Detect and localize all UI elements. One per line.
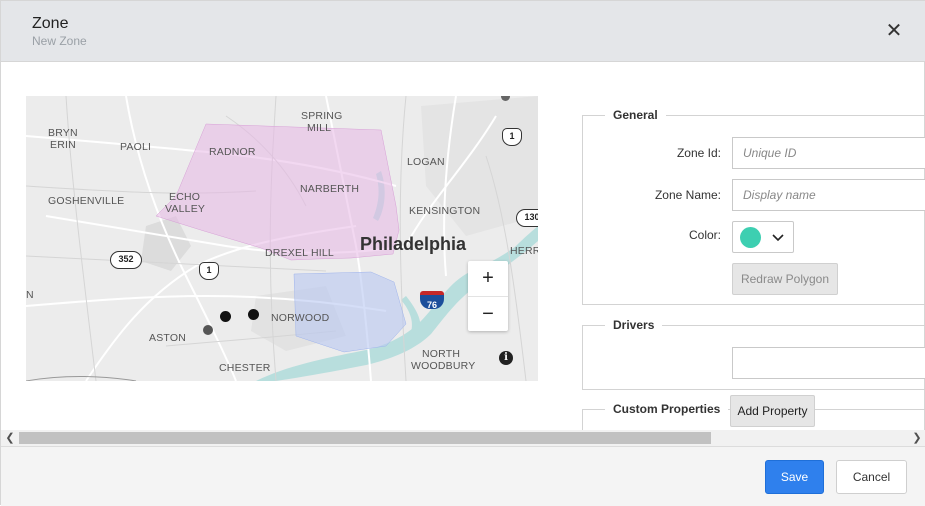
map-label-kensington: KENSINGTON <box>409 205 481 217</box>
map-label-chester: CHESTER <box>219 362 271 374</box>
map-label-echo: ECHO <box>169 191 201 203</box>
cancel-button[interactable]: Cancel <box>836 460 907 494</box>
map-label-norwood: NORWOOD <box>271 312 330 324</box>
map-label-logan: LOGAN <box>407 156 445 168</box>
zone-id-label: Zone Id: <box>676 146 721 160</box>
map-label-spring: SPRING <box>301 110 343 122</box>
close-icon[interactable]: ✕ <box>885 21 903 41</box>
scroll-right-icon[interactable]: ❯ <box>909 430 925 446</box>
map-label-mill: MILL <box>307 122 332 134</box>
dialog-title: Zone <box>32 15 69 32</box>
info-icon[interactable]: i <box>499 351 513 365</box>
map-label-goshenville: GOSHENVILLE <box>48 195 125 207</box>
map-marker[interactable] <box>248 309 259 320</box>
zoom-control: + − <box>468 261 508 331</box>
map-label-narberth: NARBERTH <box>300 183 360 195</box>
dialog-header: Zone New Zone ✕ <box>1 1 925 62</box>
map-label-radnor: RADNOR <box>209 146 256 158</box>
map-marker[interactable] <box>203 325 213 335</box>
map-label-valley: VALLEY <box>165 203 206 215</box>
interstate-76-shield: 76 <box>420 291 444 310</box>
zone-name-label: Zone Name: <box>654 188 721 202</box>
map-label-cherry: HERRY <box>510 245 538 257</box>
scroll-left-icon[interactable]: ❮ <box>2 430 18 446</box>
drivers-legend: Drivers <box>613 318 655 332</box>
zoom-out-button[interactable]: − <box>468 296 508 331</box>
map-label-aston: ASTON <box>149 332 186 344</box>
add-property-button[interactable]: Add Property <box>730 395 815 427</box>
zone-map[interactable]: SPRING MILL BRYN ERIN PAOLI RADNOR LOGAN… <box>26 96 538 381</box>
save-button[interactable]: Save <box>765 460 824 494</box>
map-label-north: NORTH <box>422 348 461 360</box>
general-legend: General <box>613 108 658 122</box>
us-route-1-shield: 1 <box>502 128 522 146</box>
map-label-woodbury: WOODBURY <box>411 360 476 372</box>
map-label-drexel-hill: DREXEL HILL <box>265 247 334 259</box>
color-picker[interactable] <box>732 221 794 253</box>
zone-id-input[interactable] <box>732 137 925 169</box>
color-label: Color: <box>688 228 721 242</box>
map-label-philadelphia: Philadelphia <box>360 234 467 254</box>
map-label-paoli: PAOLI <box>120 141 152 153</box>
map-label-erin: ERIN <box>50 139 76 151</box>
us-route-1-shield-south: 1 <box>199 262 219 280</box>
custom-properties-legend: Custom Properties <box>613 402 721 416</box>
chevron-down-icon <box>772 234 784 242</box>
drivers-input[interactable] <box>732 347 925 379</box>
map-marker[interactable] <box>220 311 231 322</box>
horizontal-scrollbar[interactable]: ❮ ❯ <box>1 430 925 446</box>
map-label-edge: N <box>26 289 34 301</box>
map-label-bryn: BRYN <box>48 127 78 139</box>
route-130-shield: 130 <box>516 209 538 227</box>
redraw-polygon-button[interactable]: Redraw Polygon <box>732 263 838 295</box>
dialog-subtitle: New Zone <box>32 34 87 48</box>
zone-name-input[interactable] <box>732 179 925 211</box>
zone-dialog: Zone New Zone ✕ SPRING MILL BRYN ERIN PA… <box>0 0 925 506</box>
zoom-in-button[interactable]: + <box>468 261 508 296</box>
route-352-shield: 352 <box>110 251 142 269</box>
scroll-thumb[interactable] <box>19 432 711 444</box>
color-swatch <box>740 227 761 248</box>
